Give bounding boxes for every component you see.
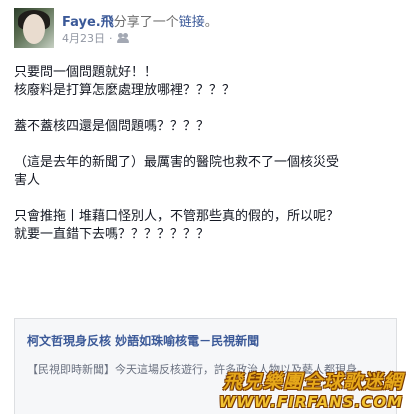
share-verb: 分享了一个 <box>113 15 179 30</box>
headline-period: 。 <box>204 15 218 30</box>
body-line: 只會推拖丨堆藉口怪別人，不管那些真的假的，所以呢？ <box>14 209 340 224</box>
avatar[interactable] <box>14 8 54 48</box>
watermark-chinese: 飛兒樂團全球歌迷網 <box>222 371 403 393</box>
body-line: 就要一直錯下去嗎？？？？？？？ <box>14 227 210 242</box>
post-headline: Faye.飛分享了一个链接。 <box>62 11 218 30</box>
author-name-link[interactable]: Faye.飛 <box>62 15 114 30</box>
body-line: （這是去年的新聞了）最厲害的醫院也救不了一個核災受 <box>14 155 340 170</box>
post-date-link[interactable]: 4月23日 <box>62 32 105 45</box>
meta-separator: · <box>109 32 113 45</box>
body-gap <box>14 100 399 118</box>
post-header: Faye.飛分享了一个链接。 4月23日 · <box>14 8 394 48</box>
body-line: 害人 <box>14 173 41 188</box>
post-meta: 4月23日 · <box>62 30 129 46</box>
body-line: 蓋不蓋核四還是個問題嗎？？？？ <box>14 119 210 134</box>
link-word[interactable]: 链接 <box>179 15 205 30</box>
site-watermark: 飛兒樂團全球歌迷網 WWW.FIRFANS.COM <box>219 371 403 411</box>
shared-link-title[interactable]: 柯文哲現身反核 妙語如珠喻核電－民視新聞 <box>27 332 259 349</box>
body-gap <box>14 190 399 208</box>
body-line: 只要問一個問題就好！！ <box>14 65 158 80</box>
body-gap <box>14 136 399 154</box>
avatar-face <box>23 14 45 44</box>
watermark-url: WWW.FIRFANS.COM <box>218 393 403 411</box>
post-body: 只要問一個問題就好！！ 核廢料是打算怎麼處理放哪裡？？？？ 蓋不蓋核四還是個問題… <box>14 64 399 244</box>
people-icon[interactable] <box>116 33 129 43</box>
body-line: 核廢料是打算怎麼處理放哪裡？？？？ <box>14 83 236 98</box>
